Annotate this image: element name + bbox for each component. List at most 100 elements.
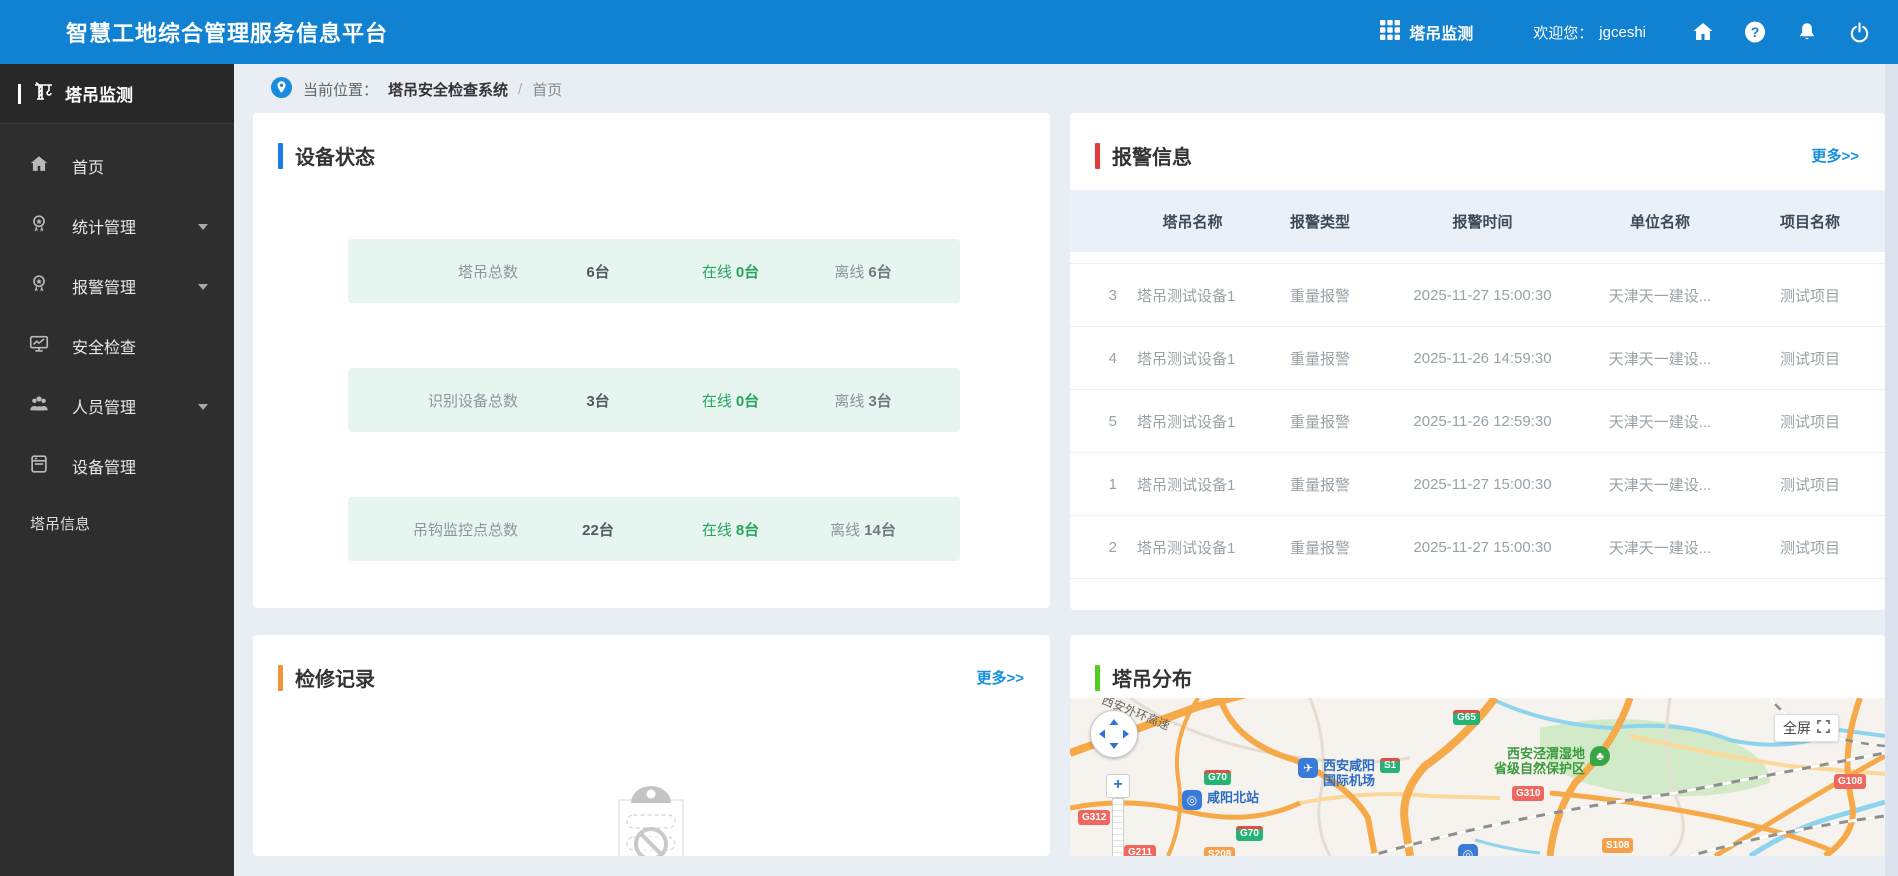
sidebar-header: 塔吊监测 [0,64,234,124]
sidebar-menu-item[interactable]: 报警管理 [0,256,234,316]
online-label: 在线 [701,392,732,410]
map-poi: ◎ 咸阳北站 [1182,790,1259,810]
grid-icon [1379,19,1401,46]
online-label: 在线 [701,521,732,539]
bell-icon[interactable] [1794,19,1820,45]
title-accent-bar [278,142,283,169]
home-icon[interactable] [1690,19,1716,45]
alarm-project: 测试项目 [1779,350,1840,368]
alarm-row[interactable]: 3 塔吊测试设备1 重量报警 2025-11-27 15:00:30 天津天一建… [1070,264,1885,327]
poi-icon: ♣ [1590,746,1611,766]
alarm-unit: 天津天一建设... [1608,350,1712,368]
alarm-row[interactable]: 1 塔吊测试设备1 重量报警 2025-11-27 15:00:30 天津天一建… [1070,453,1885,516]
alarm-row[interactable]: 4 塔吊测试设备1 重量报警 2025-11-26 14:59:30 天津天一建… [1070,327,1885,390]
sidebar-subitem-crane-info[interactable]: 塔吊信息 [0,496,234,550]
alarm-column-header: 报警类型 [1289,213,1350,231]
app-switcher-label: 塔吊监测 [1409,26,1474,43]
chevron-down-icon [198,284,208,290]
empty-clipboard-icon [611,783,691,856]
online-count: 0台 [735,263,760,281]
crane-distribution-panel: 塔吊分布 西安外环高速 G65 S1 G70 G70 G312 G211 S20… [1070,635,1885,856]
alarm-table-header: 塔吊名称 报警类型 报警时间 单位名称 项目名称 [1070,190,1885,252]
title-accent-bar [278,664,283,691]
svg-text:?: ? [1751,24,1760,40]
page-scrollbar[interactable] [1885,64,1898,876]
map-canvas[interactable]: 西安外环高速 G65 S1 G70 G70 G312 G211 S208 G31… [1070,698,1885,856]
map-zoom-in-button[interactable]: + [1106,774,1130,798]
road-shield: G70 [1204,770,1231,785]
panel-title-text: 塔吊分布 [1112,669,1192,691]
road-shield: S1 [1380,758,1401,773]
monitor-chart-icon [28,333,50,360]
alarm-time: 2025-11-27 15:00:30 [1413,475,1552,493]
status-total: 6台 [586,263,610,281]
alarm-project: 测试项目 [1779,413,1840,431]
map-poi: ♣ 西安泾渭湿地 省级自然保护区 [1494,746,1611,776]
tower-crane-icon [31,79,55,108]
sidebar-menu-item[interactable]: 统计管理 [0,196,234,256]
map-pan-control[interactable] [1090,710,1138,758]
alarm-time: 2025-11-27 15:00:30 [1413,538,1552,556]
alarm-crane-name: 塔吊测试设备1 [1137,350,1236,368]
alarm-column-header: 项目名称 [1779,213,1840,231]
sidebar-menu-item[interactable]: 安全检查 [0,316,234,376]
alarm-row[interactable]: 2 塔吊测试设备1 重量报警 2025-11-27 15:00:30 天津天一建… [1070,516,1885,579]
title-accent-bar [1095,664,1100,691]
online-count: 8台 [735,521,760,539]
offline-label: 离线 [830,521,861,539]
sidebar-item-label: 人员管理 [72,400,137,417]
panel-title-text: 设备状态 [295,147,375,169]
sidebar-item-label: 报警管理 [72,280,137,297]
status-offline: 离线 6台 [783,261,943,282]
poi-icon: ✈ [1298,758,1318,778]
chevron-down-icon [198,224,208,230]
alarm-no: 4 [1108,349,1117,367]
maintenance-more-link[interactable]: 更多>> [976,667,1024,688]
power-icon[interactable] [1846,19,1872,45]
help-icon[interactable]: ? [1742,19,1768,45]
device-status-title: 设备状态 [278,141,375,170]
breadcrumb-system[interactable]: 塔吊安全检查系统 [388,79,508,100]
sidebar-menu-item[interactable]: 首页 [0,136,234,196]
sidebar-item-label: 安全检查 [72,340,137,357]
alarm-title: 报警信息 [1095,141,1192,170]
home-icon [28,153,50,180]
sidebar-item-label: 统计管理 [72,220,137,237]
road-shield: S108 [1602,838,1634,853]
offline-count: 3台 [868,392,892,410]
breadcrumb-separator: / [518,81,523,98]
alarm-more-link[interactable]: 更多>> [1811,145,1859,166]
alarm-unit: 天津天一建设... [1608,287,1712,305]
map-fullscreen-button[interactable]: 全屏 [1774,714,1839,742]
map-zoom-slider[interactable] [1112,798,1124,856]
device-status-panel: 设备状态 塔吊总数 6台 在线0台 离线6台 识别设备总数 3台 在线0台 [253,113,1050,608]
status-offline: 离线 3台 [783,390,943,411]
alarm-project: 测试项目 [1779,539,1840,557]
alarm-panel: 报警信息 更多>> 塔吊名称 报警类型 报警时间 单位名称 项目名称 3 塔吊测… [1070,113,1885,610]
sidebar-menu-item[interactable]: 人员管理 [0,376,234,436]
status-total: 22台 [582,521,614,539]
alarm-time: 2025-11-26 12:59:30 [1413,412,1552,430]
fullscreen-icon [1817,720,1830,736]
map-poi: ◎ [1458,844,1483,856]
maintenance-panel: 检修记录 更多>> [253,635,1050,856]
medal-icon [28,213,50,240]
alarm-no: 2 [1108,538,1117,556]
alarm-type: 重量报警 [1289,539,1350,557]
alarm-type: 重量报警 [1289,287,1350,305]
road-shield: G70 [1236,826,1263,841]
offline-count: 14台 [864,521,896,539]
alarm-project: 测试项目 [1779,476,1840,494]
platform-title: 智慧工地综合管理服务信息平台 [66,21,389,46]
alarm-crane-name: 塔吊测试设备1 [1137,539,1236,557]
breadcrumb-current[interactable]: 首页 [532,79,562,100]
app-root: 智慧工地综合管理服务信息平台 塔吊监测 欢迎您： jgceshi ? 塔吊监测 … [0,0,1898,876]
alarm-row-partial [1070,252,1885,264]
sidebar-menu-item[interactable]: 设备管理 [0,436,234,496]
poi-icon: ◎ [1182,790,1202,810]
status-online: 在线 8台 [678,519,783,540]
maintenance-title: 检修记录 [278,663,375,692]
app-switcher[interactable]: 塔吊监测 [1379,19,1473,46]
alarm-row[interactable]: 5 塔吊测试设备1 重量报警 2025-11-26 12:59:30 天津天一建… [1070,390,1885,453]
poi-label: 西安泾渭湿地 省级自然保护区 [1494,746,1586,776]
